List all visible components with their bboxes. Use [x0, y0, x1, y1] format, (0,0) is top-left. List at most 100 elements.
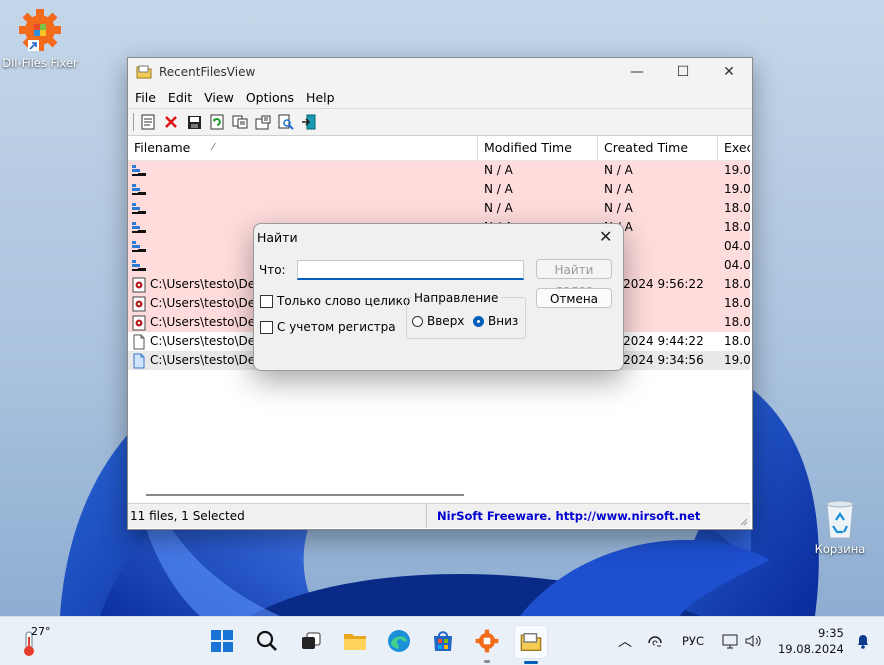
filename-text: C:\Users\testo\Desk — [150, 353, 269, 367]
cell-execute-time: 19.08 — [724, 182, 750, 196]
cell-execute-time: 04.07 — [724, 258, 750, 272]
window-title: RecentFilesView — [159, 65, 256, 79]
menu-options[interactable]: Options — [240, 90, 300, 105]
registry-icon — [131, 182, 147, 198]
horizontal-scrollbar[interactable] — [128, 486, 750, 503]
dll-files-fixer-icon — [475, 629, 499, 653]
whole-word-label: Только слово целиком — [277, 294, 420, 308]
microsoft-store-button[interactable] — [427, 625, 459, 657]
dialog-close-button[interactable]: ✕ — [599, 227, 612, 246]
whole-word-checkbox[interactable]: Только слово целиком — [260, 294, 419, 308]
media-file-icon — [131, 315, 147, 331]
minimize-button[interactable]: — — [614, 58, 660, 86]
save-button[interactable] — [185, 113, 203, 131]
menu-bar: File Edit View Options Help — [128, 86, 752, 109]
cancel-button[interactable]: Отмена — [536, 288, 612, 308]
taskbar: 27° ︿ РУС 9:35 19.08.2024 — [0, 616, 884, 665]
table-row[interactable]: N / A N / A 18.08 — [128, 199, 750, 218]
start-button[interactable] — [206, 625, 238, 657]
desktop-icon-dll-files-fixer[interactable]: Dll-Files Fixer — [0, 6, 82, 70]
clock[interactable]: 9:35 19.08.2024 — [778, 625, 844, 657]
column-header-execute-time[interactable]: Execu — [718, 136, 750, 160]
find-what-input[interactable] — [297, 260, 524, 280]
resize-grip-icon — [740, 518, 748, 526]
status-file-count: 11 files, 1 Selected — [128, 504, 427, 528]
cell-modified-time: N / A — [484, 201, 513, 215]
checkbox-box — [260, 320, 273, 334]
task-view-button[interactable] — [295, 625, 327, 657]
exit-button[interactable] — [300, 113, 318, 131]
find-icon — [278, 114, 294, 130]
column-header-label: Filename — [134, 140, 191, 155]
dll-files-fixer-icon — [19, 9, 61, 51]
table-row[interactable]: N / A N / A 19.08 — [128, 161, 750, 180]
search-icon — [256, 630, 277, 651]
direction-down-radio[interactable]: Вниз — [473, 314, 518, 328]
column-header-filename[interactable]: Filename ⁄ — [128, 136, 478, 160]
cell-execute-time: 18.08 — [724, 201, 750, 215]
search-button[interactable] — [251, 625, 283, 657]
monitor-icon[interactable] — [722, 633, 738, 649]
cell-filename — [128, 161, 478, 180]
copy-icon — [232, 115, 248, 129]
desktop-icon-label: Корзина — [814, 542, 866, 556]
recentfilesview-taskbar-button[interactable] — [514, 625, 548, 664]
menu-file[interactable]: File — [128, 90, 162, 105]
menu-view[interactable]: View — [198, 90, 240, 105]
scrollbar-thumb[interactable] — [146, 494, 464, 496]
media-file-icon — [131, 296, 147, 312]
desktop-icon-recycle-bin[interactable]: Корзина — [798, 498, 882, 556]
edge-browser-button[interactable] — [383, 625, 415, 657]
checkbox-box — [260, 294, 273, 308]
cell-execute-time: 18.08 — [724, 296, 750, 310]
find-what-label: Что: — [259, 263, 286, 277]
column-header-modified-time[interactable]: Modified Time — [478, 136, 598, 160]
show-hidden-icons-chevron-icon[interactable]: ︿ — [618, 631, 632, 651]
media-file-icon — [131, 277, 147, 293]
dialog-title: Найти — [257, 230, 298, 245]
network-sync-icon[interactable] — [646, 633, 664, 649]
properties-icon — [141, 114, 155, 130]
input-language-indicator[interactable]: РУС — [682, 634, 704, 648]
cell-created-time: N / A — [604, 201, 633, 215]
registry-icon — [131, 258, 147, 274]
menu-edit[interactable]: Edit — [162, 90, 198, 105]
cell-execute-time: 18.08 — [724, 315, 750, 329]
close-button[interactable]: ✕ — [706, 58, 752, 86]
notification-bell-icon[interactable] — [856, 633, 870, 649]
registry-icon — [131, 220, 147, 236]
match-case-label: С учетом регистра — [277, 320, 396, 334]
save-icon — [187, 115, 201, 129]
cell-execute-time: 04.07 — [724, 239, 750, 253]
maximize-button[interactable]: ☐ — [660, 58, 706, 86]
registry-icon — [131, 163, 147, 179]
radio-dot — [412, 315, 423, 327]
match-case-checkbox[interactable]: С учетом регистра — [260, 320, 396, 334]
weather-widget[interactable]: 27° — [22, 625, 52, 657]
recycle-bin-icon — [826, 500, 854, 539]
column-header-created-time[interactable]: Created Time — [598, 136, 718, 160]
nirsoft-link[interactable]: NirSoft Freeware. http://www.nirsoft.net — [427, 509, 700, 523]
radio-dot-selected — [473, 315, 484, 327]
table-row[interactable]: N / A N / A 19.08 — [128, 180, 750, 199]
direction-down-label: Вниз — [488, 314, 519, 328]
cell-execute-time: 18.08 — [724, 334, 750, 348]
app-folder-icon — [520, 633, 542, 651]
delete-button[interactable] — [162, 113, 180, 131]
menu-help[interactable]: Help — [300, 90, 341, 105]
cell-filename — [128, 199, 478, 218]
direction-up-radio[interactable]: Вверх — [412, 314, 464, 328]
dll-files-fixer-taskbar-button[interactable] — [471, 625, 503, 663]
html-report-button[interactable] — [254, 113, 272, 131]
title-bar[interactable]: RecentFilesView — ☐ ✕ — [128, 58, 752, 86]
copy-button[interactable] — [231, 113, 249, 131]
weather-temperature: 27° — [31, 625, 51, 638]
file-explorer-button[interactable] — [339, 625, 371, 657]
find-button[interactable] — [277, 113, 295, 131]
refresh-button[interactable] — [208, 113, 226, 131]
find-next-button[interactable]: Найти далее — [536, 259, 612, 297]
cell-modified-time: N / A — [484, 182, 513, 196]
windows-logo-icon — [211, 630, 233, 652]
properties-button[interactable] — [139, 113, 157, 131]
volume-icon[interactable] — [744, 633, 762, 649]
